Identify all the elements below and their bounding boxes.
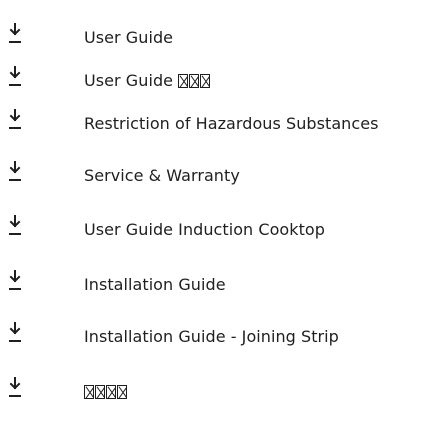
download-icon[interactable] [1,18,31,58]
document-title[interactable] [84,372,128,412]
download-icon[interactable] [1,210,31,250]
document-row-service-warranty[interactable]: Service & Warranty [0,156,425,196]
download-icon[interactable] [1,372,31,412]
missing-glyph-boxes [178,63,211,103]
document-title-text: User Guide [84,71,179,90]
document-title[interactable]: Restriction of Hazardous Substances [84,104,379,144]
download-icon[interactable] [1,104,31,144]
document-row-rohs[interactable]: Restriction of Hazardous Substances [0,104,425,144]
document-row-unrendered-title[interactable] [0,372,425,412]
download-icon[interactable] [1,317,31,357]
document-row-installation-guide[interactable]: Installation Guide [0,265,425,305]
document-row-installation-guide-joining-strip[interactable]: Installation Guide - Joining Strip [0,317,425,357]
document-title[interactable]: Installation Guide - Joining Strip [84,317,339,357]
missing-glyph-boxes [84,374,128,414]
document-title[interactable]: Service & Warranty [84,156,240,196]
document-row-user-guide-induction-cooktop[interactable]: User Guide Induction Cooktop [0,210,425,250]
download-icon[interactable] [1,156,31,196]
document-download-list: User Guide User Guide Restriction of Haz… [0,0,425,436]
document-title[interactable]: User Guide Induction Cooktop [84,210,325,250]
download-icon[interactable] [1,265,31,305]
document-row-user-guide-localized[interactable]: User Guide [0,61,425,101]
document-row-user-guide[interactable]: User Guide [0,18,425,58]
document-title[interactable]: User Guide [84,61,211,101]
download-icon[interactable] [1,61,31,101]
document-title[interactable]: Installation Guide [84,265,226,305]
document-title[interactable]: User Guide [84,18,173,58]
